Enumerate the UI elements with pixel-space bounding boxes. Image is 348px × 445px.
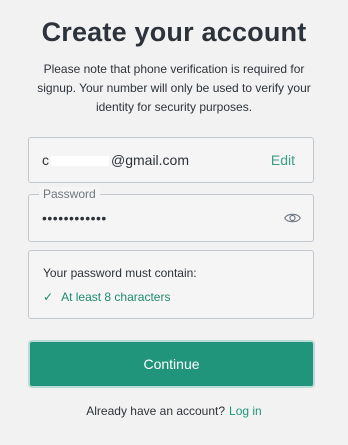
continue-button[interactable]: Continue <box>28 340 315 388</box>
page-subtitle: Please note that phone verification is r… <box>37 62 311 114</box>
email-redaction <box>51 156 109 166</box>
password-value[interactable]: •••••••••••• <box>42 210 107 226</box>
email-value: c @gmail.com <box>42 152 189 168</box>
login-link[interactable]: Log in <box>229 404 262 418</box>
login-prompt: Already have an account? Log in <box>0 404 348 418</box>
email-field[interactable]: c @gmail.com Edit <box>28 137 314 183</box>
check-icon: ✓ <box>43 290 54 304</box>
edit-email-link[interactable]: Edit <box>271 152 295 168</box>
login-prompt-text: Already have an account? <box>86 404 226 418</box>
page-title: Create your account <box>41 17 307 47</box>
email-domain: @gmail.com <box>111 152 190 168</box>
requirements-title: Your password must contain: <box>43 266 197 280</box>
email-prefix: c <box>42 152 49 168</box>
password-requirements: Your password must contain: ✓ At least 8 … <box>28 250 314 319</box>
eye-icon[interactable] <box>284 211 301 225</box>
password-field[interactable]: Password •••••••••••• <box>28 187 314 242</box>
requirement-label: At least 8 characters <box>61 290 171 304</box>
requirement-item: ✓ At least 8 characters <box>43 290 170 304</box>
password-label: Password <box>39 187 100 201</box>
